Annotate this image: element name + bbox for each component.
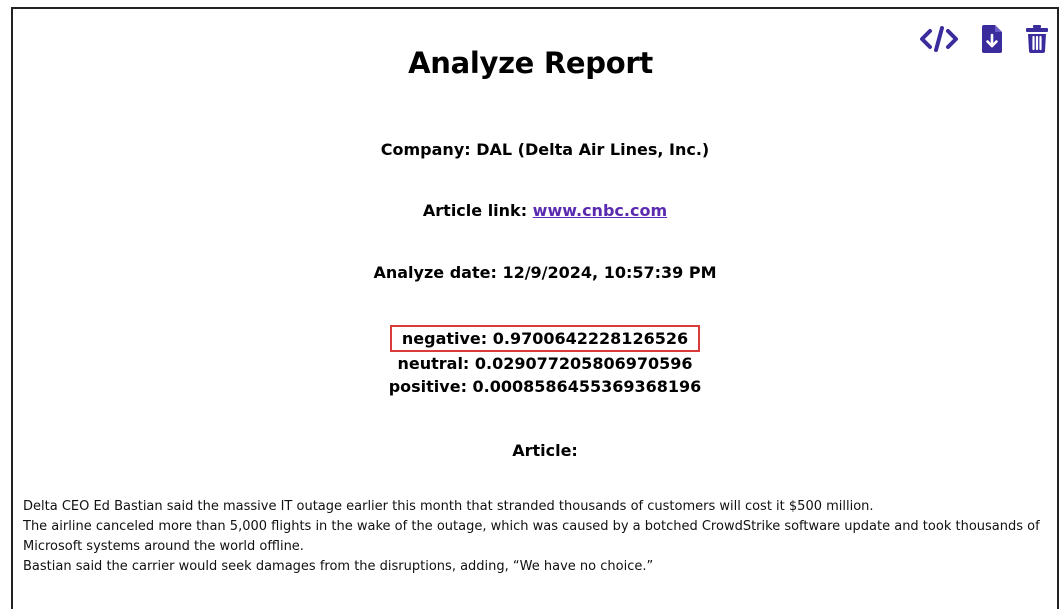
analyze-date-label: Analyze date: — [373, 263, 497, 282]
article-link-label: Article link: — [422, 201, 528, 220]
negative-score-highlight: negative: 0.9700642228126526 — [389, 325, 701, 352]
download-button[interactable] — [981, 24, 1003, 54]
article-body: Delta CEO Ed Bastian said the massive IT… — [23, 497, 1053, 577]
sentiment-scores: negative: 0.9700642228126526 neutral: 0.… — [0, 325, 1061, 398]
neutral-value: 0.029077205806970596 — [474, 354, 693, 373]
positive-value: 0.0008586455369368196 — [472, 377, 702, 396]
page-title: Analyze Report — [408, 46, 653, 81]
neutral-score-row: neutral: 0.029077205806970596 — [0, 352, 1061, 375]
article-paragraph: Bastian said the carrier would seek dama… — [23, 559, 654, 574]
negative-value: 0.9700642228126526 — [492, 329, 689, 348]
analyze-date-value: 12/9/2024, 10:57:39 PM — [502, 263, 717, 282]
file-download-icon — [982, 25, 1002, 53]
code-icon — [920, 26, 958, 52]
company-line: Company: DAL (Delta Air Lines, Inc.) — [0, 140, 1061, 159]
company-value: DAL (Delta Air Lines, Inc.) — [476, 140, 710, 159]
article-link-line: Article link: www.cnbc.com — [0, 201, 1061, 220]
negative-score-row: negative: 0.9700642228126526 — [0, 325, 1061, 352]
view-code-button[interactable] — [919, 25, 959, 53]
delete-button[interactable] — [1025, 24, 1049, 54]
company-label: Company: — [380, 140, 471, 159]
article-paragraph: Delta CEO Ed Bastian said the massive IT… — [23, 499, 874, 514]
article-paragraph: The airline canceled more than 5,000 fli… — [23, 519, 1040, 554]
positive-score-row: positive: 0.0008586455369368196 — [0, 375, 1061, 398]
article-link[interactable]: www.cnbc.com — [533, 201, 667, 220]
trash-icon — [1026, 25, 1048, 53]
toolbar — [919, 24, 1049, 54]
negative-label: negative: — [401, 329, 488, 348]
positive-label: positive: — [388, 377, 467, 396]
neutral-label: neutral: — [397, 354, 470, 373]
article-heading: Article: — [512, 441, 578, 460]
analyze-date-line: Analyze date: 12/9/2024, 10:57:39 PM — [0, 263, 1061, 282]
